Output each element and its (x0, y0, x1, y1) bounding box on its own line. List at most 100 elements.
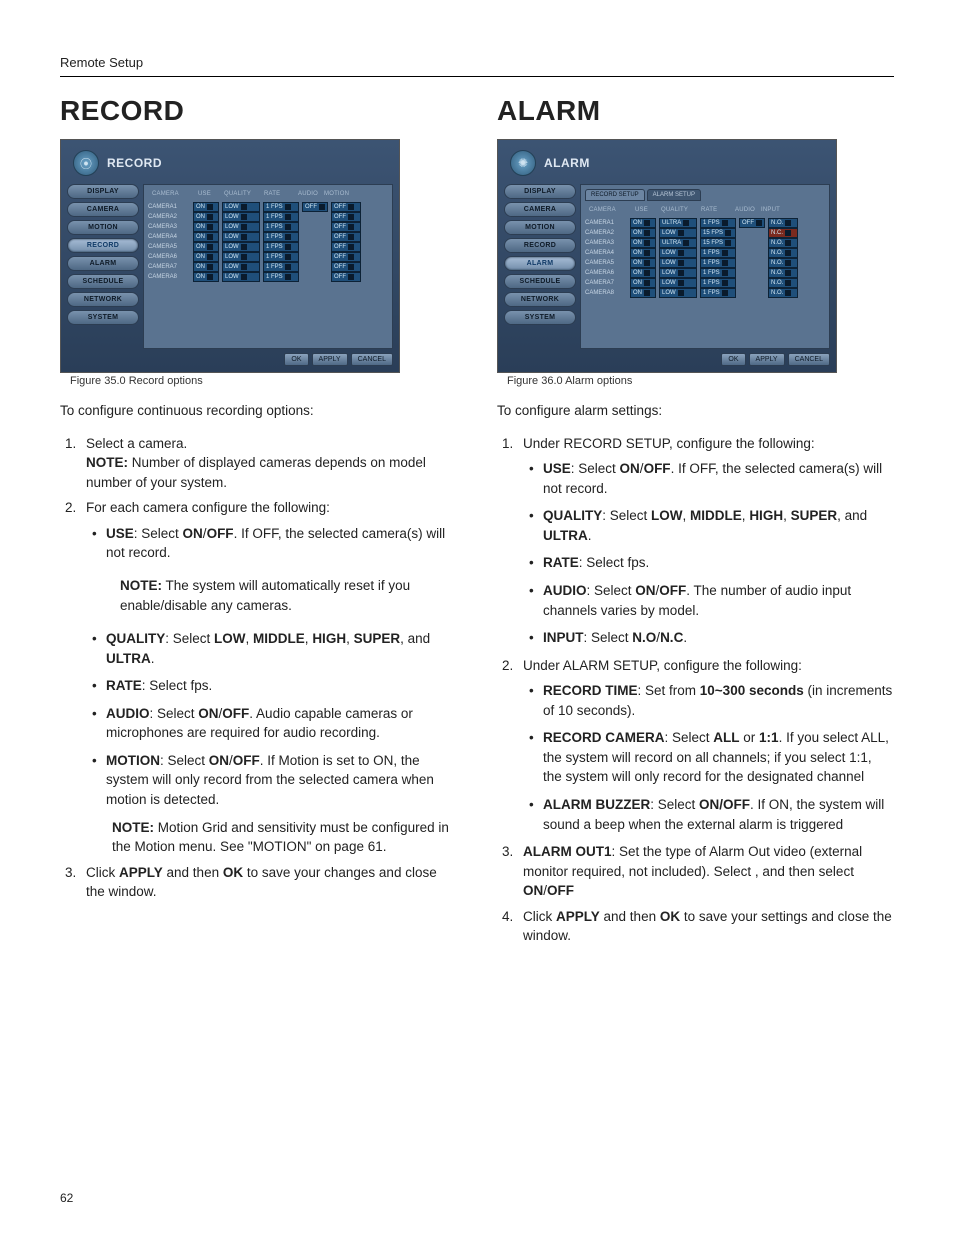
alarm-title: ALARM (497, 95, 894, 127)
record-screenshot[interactable]: ⦿ RECORD DISPLAY CAMERA MOTION RECORD ALARM S… (60, 139, 400, 373)
dropdown[interactable]: ULTRA (659, 218, 697, 228)
dropdown[interactable]: ON (630, 258, 656, 268)
ok-button[interactable]: OK (284, 353, 308, 366)
camera-label: CAMERA4 (585, 250, 627, 256)
dropdown[interactable]: N.O. (768, 248, 798, 258)
apply-button[interactable]: APPLY (312, 353, 348, 366)
sidebar-item-motion[interactable]: MOTION (504, 220, 576, 235)
dropdown[interactable]: 1 FPS (700, 268, 736, 278)
dropdown[interactable]: LOW (659, 248, 697, 258)
dropdown[interactable]: OFF (331, 222, 361, 232)
sidebar-item-motion[interactable]: MOTION (67, 220, 139, 235)
dropdown[interactable]: ON (193, 242, 219, 252)
dropdown[interactable]: N.O. (768, 258, 798, 268)
dropdown[interactable]: ON (630, 248, 656, 258)
table-row: CAMERA6ONLOW1 FPSOFF (148, 252, 388, 262)
dropdown[interactable]: LOW (659, 278, 697, 288)
dropdown[interactable]: 1 FPS (263, 212, 299, 222)
dropdown[interactable]: LOW (659, 228, 697, 238)
dropdown[interactable]: 1 FPS (263, 252, 299, 262)
sidebar-item-record[interactable]: RECORD (67, 238, 139, 253)
cancel-button[interactable]: CANCEL (788, 353, 830, 366)
record-window-title: RECORD (107, 156, 162, 170)
right-column: ALARM ✺ ALARM DISPLAYCAMERAMOTIONRECORDA… (497, 95, 894, 952)
dropdown[interactable]: ON (193, 252, 219, 262)
dropdown[interactable]: 15 FPS (700, 238, 736, 248)
dropdown[interactable]: OFF (331, 232, 361, 242)
dropdown[interactable]: OFF (331, 272, 361, 282)
dropdown[interactable]: N.C. (768, 228, 798, 238)
sidebar-item-system[interactable]: SYSTEM (504, 310, 576, 325)
dropdown[interactable]: N.O. (768, 278, 798, 288)
dropdown[interactable]: ON (630, 268, 656, 278)
dropdown[interactable]: ON (630, 278, 656, 288)
dropdown[interactable]: ON (193, 272, 219, 282)
tab-record-setup[interactable]: RECORD SETUP (585, 189, 645, 201)
dropdown[interactable]: LOW (222, 252, 260, 262)
dropdown[interactable]: ON (630, 218, 656, 228)
camera-label: CAMERA8 (148, 274, 190, 280)
dropdown[interactable]: OFF (331, 262, 361, 272)
dropdown[interactable]: 1 FPS (263, 202, 299, 212)
dropdown[interactable]: LOW (222, 212, 260, 222)
dropdown[interactable]: ON (630, 238, 656, 248)
dropdown[interactable]: 1 FPS (263, 222, 299, 232)
dropdown[interactable]: N.O. (768, 218, 798, 228)
record-icon: ⦿ (73, 150, 99, 176)
dropdown[interactable]: LOW (222, 222, 260, 232)
sidebar-item-camera[interactable]: CAMERA (504, 202, 576, 217)
dropdown[interactable]: OFF (331, 242, 361, 252)
apply-button[interactable]: APPLY (749, 353, 785, 366)
dropdown[interactable]: N.O. (768, 268, 798, 278)
cancel-button[interactable]: CANCEL (351, 353, 393, 366)
ok-button[interactable]: OK (721, 353, 745, 366)
dropdown[interactable]: 1 FPS (263, 242, 299, 252)
dropdown[interactable]: LOW (222, 262, 260, 272)
sidebar-item-record[interactable]: RECORD (504, 238, 576, 253)
dropdown[interactable]: 1 FPS (700, 218, 736, 228)
sidebar-item-network[interactable]: NETWORK (67, 292, 139, 307)
dropdown[interactable]: N.O. (768, 288, 798, 298)
dropdown[interactable]: 15 FPS (700, 228, 736, 238)
sidebar-item-schedule[interactable]: SCHEDULE (504, 274, 576, 289)
sidebar-item-camera[interactable]: CAMERA (67, 202, 139, 217)
sidebar-item-alarm[interactable]: ALARM (67, 256, 139, 271)
dropdown[interactable]: LOW (222, 272, 260, 282)
dropdown[interactable]: LOW (222, 232, 260, 242)
dropdown[interactable]: LOW (659, 258, 697, 268)
dropdown[interactable]: LOW (659, 268, 697, 278)
alarm-screenshot[interactable]: ✺ ALARM DISPLAYCAMERAMOTIONRECORDALARMSC… (497, 139, 837, 373)
sidebar-item-display[interactable]: DISPLAY (504, 184, 576, 199)
sidebar-item-network[interactable]: NETWORK (504, 292, 576, 307)
dropdown[interactable]: OFF (331, 252, 361, 262)
dropdown[interactable]: LOW (222, 242, 260, 252)
dropdown[interactable]: LOW (659, 288, 697, 298)
dropdown[interactable]: ON (630, 288, 656, 298)
dropdown[interactable]: ON (193, 212, 219, 222)
dropdown[interactable]: 1 FPS (700, 258, 736, 268)
dropdown[interactable]: ON (193, 262, 219, 272)
dropdown[interactable]: ON (193, 202, 219, 212)
sidebar-item-system[interactable]: SYSTEM (67, 310, 139, 325)
dropdown[interactable]: 1 FPS (700, 278, 736, 288)
sidebar-item-display[interactable]: DISPLAY (67, 184, 139, 199)
dropdown[interactable]: ON (193, 232, 219, 242)
dropdown[interactable]: ON (630, 228, 656, 238)
dropdown[interactable]: OFF (739, 218, 765, 228)
tab-alarm-setup[interactable]: ALARM SETUP (647, 189, 701, 201)
dropdown[interactable]: 1 FPS (263, 262, 299, 272)
dropdown[interactable]: OFF (331, 212, 361, 222)
left-column: RECORD ⦿ RECORD DISPLAY CAMERA MOTION RECOR… (60, 95, 457, 952)
dropdown[interactable]: ULTRA (659, 238, 697, 248)
dropdown[interactable]: 1 FPS (700, 248, 736, 258)
dropdown[interactable]: 1 FPS (263, 272, 299, 282)
sidebar-item-schedule[interactable]: SCHEDULE (67, 274, 139, 289)
dropdown[interactable]: N.O. (768, 238, 798, 248)
sidebar-item-alarm[interactable]: ALARM (504, 256, 576, 271)
dropdown[interactable]: LOW (222, 202, 260, 212)
dropdown[interactable]: 1 FPS (263, 232, 299, 242)
dropdown[interactable]: OFF (331, 202, 361, 212)
dropdown[interactable]: 1 FPS (700, 288, 736, 298)
dropdown[interactable]: OFF (302, 202, 328, 212)
dropdown[interactable]: ON (193, 222, 219, 232)
